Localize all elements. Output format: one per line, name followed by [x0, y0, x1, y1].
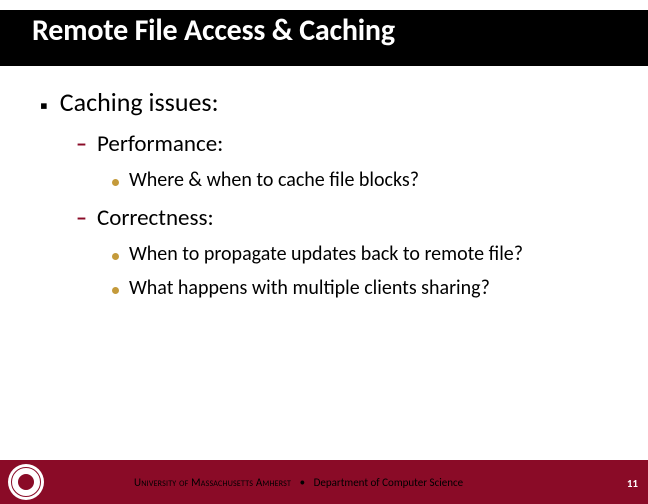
university-seal-icon: [8, 464, 44, 500]
lvl2-text: Performance:: [97, 130, 223, 158]
lvl3-text: Where & when to cache file blocks?: [129, 168, 419, 192]
list-item: When to propagate updates back to remote…: [112, 242, 624, 266]
page-number: 11: [627, 477, 638, 490]
list-item: – Correctness:: [76, 204, 624, 232]
list-item: What happens with multiple clients shari…: [112, 276, 624, 300]
dot-bullet-icon: [112, 253, 119, 260]
footer-university: University of Massachusetts Amherst: [134, 476, 291, 489]
footer-bar: University of Massachusetts Amherst • De…: [0, 460, 648, 504]
lvl1-text: Caching issues:: [60, 86, 219, 118]
dash-icon: –: [76, 204, 87, 231]
dot-bullet-icon: [112, 179, 119, 186]
footer-separator: •: [300, 476, 305, 489]
square-bullet-icon: ▪: [40, 95, 48, 117]
dash-icon: –: [76, 130, 87, 157]
slide: Remote File Access & Caching ▪ Caching i…: [0, 0, 648, 504]
list-item: – Performance:: [76, 130, 624, 158]
slide-title: Remote File Access & Caching: [32, 12, 395, 49]
footer-department: Department of Computer Science: [314, 476, 464, 489]
list-item: Where & when to cache file blocks?: [112, 168, 624, 192]
lvl3-text: When to propagate updates back to remote…: [129, 242, 523, 266]
lvl2-text: Correctness:: [97, 204, 214, 232]
dot-bullet-icon: [112, 287, 119, 294]
lvl3-text: What happens with multiple clients shari…: [129, 276, 490, 300]
list-item: ▪ Caching issues:: [40, 86, 624, 118]
footer-text: University of Massachusetts Amherst • De…: [134, 476, 463, 489]
slide-body: ▪ Caching issues: – Performance: Where &…: [40, 82, 624, 300]
